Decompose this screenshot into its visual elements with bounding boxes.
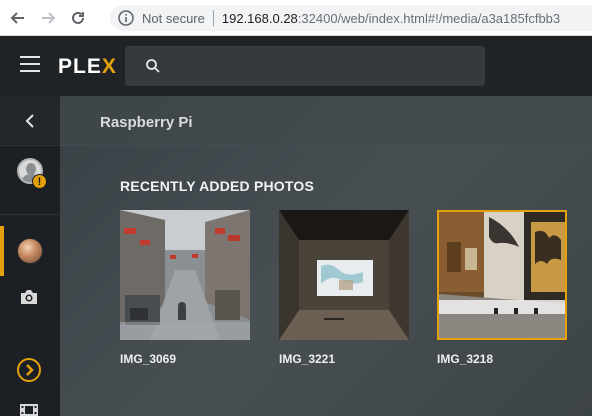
film-icon[interactable] (20, 404, 38, 416)
camera-icon[interactable] (19, 288, 39, 306)
app-header: PLEX (0, 36, 592, 96)
url-host: 192.168.0.28 (221, 10, 298, 26)
address-bar[interactable]: Not secure 192.168.0.28:32400/web/index.… (110, 5, 592, 31)
chevron-left-icon (25, 113, 34, 128)
security-status-label: Not secure (142, 10, 205, 26)
main-content: Raspberry Pi RECENTLY ADDED PHOTOS IMG_3… (60, 96, 592, 416)
search-icon (146, 59, 160, 73)
content-header: Raspberry Pi (60, 96, 592, 146)
back-arrow-icon (10, 11, 24, 24)
search-input[interactable] (125, 46, 485, 86)
photo-card[interactable]: IMG_3221 (279, 210, 409, 366)
photo-card[interactable]: IMG_3069 (120, 210, 250, 366)
sidebar-item-user[interactable]: ! (15, 158, 49, 192)
photo-thumbnail[interactable] (120, 210, 250, 340)
reload-icon (72, 11, 84, 24)
sidebar: ! (0, 96, 60, 416)
forward-arrow-icon (42, 11, 56, 24)
address-separator (212, 10, 214, 26)
url-path: :32400/web/index.html#!/media/a3a185fcfb… (297, 10, 561, 26)
photo-label[interactable]: IMG_3221 (279, 352, 335, 366)
reload-button[interactable] (66, 6, 90, 30)
sidebar-back-button[interactable] (0, 96, 60, 146)
logo-accent: X (101, 55, 117, 78)
browser-toolbar: Not secure 192.168.0.28:32400/web/index.… (0, 0, 592, 36)
street-photo-image (120, 210, 250, 340)
server-name[interactable]: Raspberry Pi (100, 114, 193, 131)
chevron-right-icon (26, 364, 34, 376)
photo-thumbnail[interactable] (279, 210, 409, 340)
photo-label[interactable]: IMG_3218 (437, 352, 493, 366)
plex-logo[interactable]: PLEX (58, 55, 117, 79)
photo-thumbnail[interactable] (437, 210, 567, 340)
active-indicator (0, 226, 4, 276)
photo-card-selected[interactable]: IMG_3218 (437, 210, 567, 366)
sidebar-item-photos[interactable] (0, 226, 60, 276)
logo-text: PLE (58, 55, 102, 78)
photo-label[interactable]: IMG_3069 (120, 352, 176, 366)
forward-button[interactable] (36, 6, 60, 30)
menu-icon[interactable] (20, 56, 40, 74)
info-icon (118, 10, 134, 26)
photo-library-icon (17, 238, 43, 264)
back-button[interactable] (6, 6, 30, 30)
gallery-room-image (279, 210, 409, 340)
exhibition-photo-image (439, 212, 565, 338)
warning-badge: ! (32, 174, 47, 189)
sidebar-divider (0, 214, 60, 215)
section-title[interactable]: RECENTLY ADDED PHOTOS (120, 178, 314, 194)
expand-button[interactable] (17, 358, 41, 382)
